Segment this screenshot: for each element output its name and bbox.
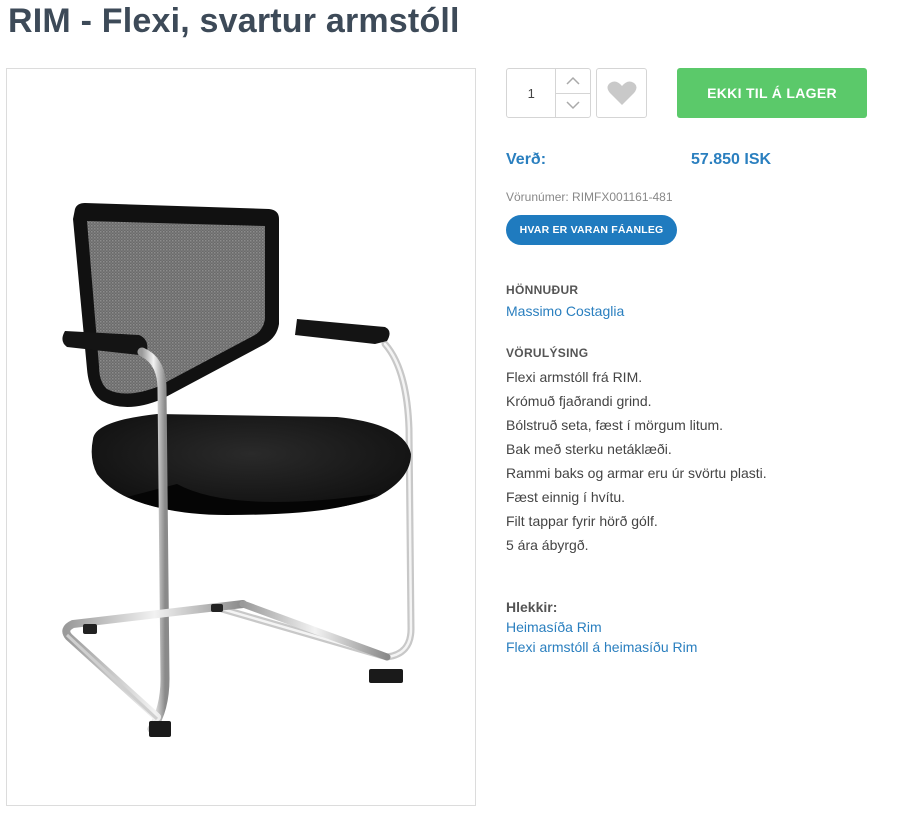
description-line: Rammi baks og armar eru úr svörtu plasti… bbox=[506, 465, 767, 481]
add-to-cart-button[interactable]: EKKI TIL Á LAGER bbox=[677, 68, 867, 118]
chair-photo bbox=[62, 203, 415, 737]
price-label: Verð: bbox=[506, 151, 547, 168]
links-heading: Hlekkir: bbox=[506, 599, 558, 615]
price-value: 57.850 ISK bbox=[691, 151, 772, 168]
description-line: Bólstruð seta, fæst í mörgum litum. bbox=[506, 417, 724, 433]
product-title: RIM - Flexi, svartur armstóll bbox=[8, 2, 460, 40]
heart-icon bbox=[607, 81, 636, 105]
sku-number: Vörunúmer: RIMFX001161-481 bbox=[506, 190, 673, 204]
chevron-up-icon bbox=[566, 76, 580, 85]
description-line: Krómuð fjaðrandi grind. bbox=[506, 393, 652, 409]
description-heading: VÖRULÝSING bbox=[506, 346, 589, 360]
where-available-button[interactable]: HVAR ER VARAN FÁANLEG bbox=[506, 215, 677, 245]
designer-heading: HÖNNUÐUR bbox=[506, 283, 579, 297]
links-list: Heimasíða Rim Flexi armstóll á heimasíðu… bbox=[506, 619, 697, 659]
decrement-button[interactable] bbox=[556, 92, 590, 118]
description-line: Filt tappar fyrir hörð gólf. bbox=[506, 513, 658, 529]
description-line: 5 ára ábyrgð. bbox=[506, 537, 589, 553]
wishlist-button[interactable] bbox=[596, 68, 647, 118]
product-image[interactable] bbox=[6, 68, 476, 806]
quantity-stepper[interactable]: 1 bbox=[506, 68, 591, 118]
link-item: Heimasíða Rim bbox=[506, 619, 697, 639]
increment-button[interactable] bbox=[556, 69, 590, 93]
link-item: Flexi armstóll á heimasíðu Rim bbox=[506, 639, 697, 659]
quantity-input[interactable]: 1 bbox=[507, 69, 557, 117]
link-rim-homepage[interactable]: Heimasíða Rim bbox=[506, 619, 602, 635]
description-line: Bak með sterku netáklæði. bbox=[506, 441, 672, 457]
description-line: Fæst einnig í hvítu. bbox=[506, 489, 626, 505]
chevron-down-icon bbox=[566, 101, 580, 110]
designer-link[interactable]: Massimo Costaglia bbox=[506, 303, 624, 319]
description-list: Flexi armstóll frá RIM. Krómuð fjaðrandi… bbox=[506, 369, 767, 561]
description-line: Flexi armstóll frá RIM. bbox=[506, 369, 643, 385]
link-flexi-on-rim[interactable]: Flexi armstóll á heimasíðu Rim bbox=[506, 639, 697, 655]
